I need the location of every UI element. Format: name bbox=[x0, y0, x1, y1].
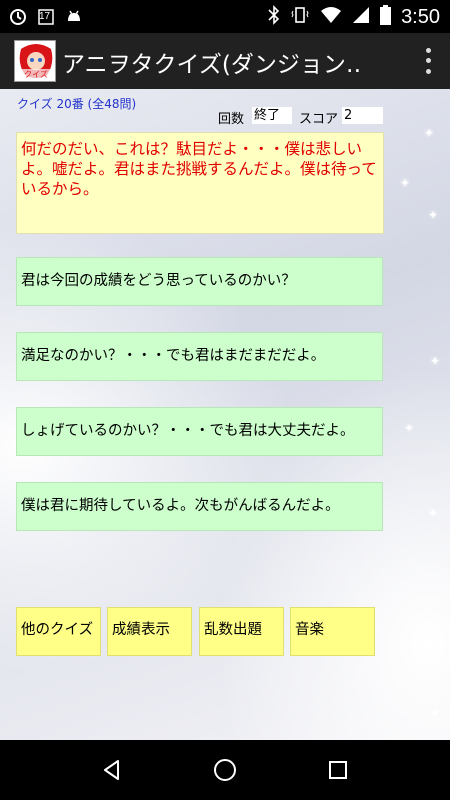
quiz-content: ✦ ✦ ✦ ✦ ✦ ✦ ✦ クイズ 20番 (全48問) 回数 終了 スコア 2… bbox=[0, 89, 450, 740]
music-button[interactable]: 音楽 bbox=[290, 607, 375, 656]
notification-icon: 17 bbox=[36, 7, 56, 27]
sparkle-decoration: ✦ bbox=[400, 176, 411, 190]
status-bar: 17 3:50 bbox=[0, 0, 450, 33]
svg-text:クイズ: クイズ bbox=[24, 69, 48, 79]
wifi-icon bbox=[320, 6, 342, 28]
answer-option-4[interactable]: 僕は君に期待しているよ。次もがんばるんだよ。 bbox=[16, 482, 383, 531]
recents-icon[interactable] bbox=[313, 745, 363, 795]
android-debug-icon bbox=[64, 7, 84, 27]
bluetooth-icon bbox=[268, 5, 280, 29]
answer-option-1[interactable]: 君は今回の成績をどう思っているのかい？ bbox=[16, 257, 383, 306]
back-icon[interactable] bbox=[87, 745, 137, 795]
cell-signal-icon bbox=[352, 6, 370, 28]
home-icon[interactable] bbox=[200, 745, 250, 795]
answer-option-2[interactable]: 満足なのかい？・・・でも君はまだまだだよ。 bbox=[16, 332, 383, 381]
round-value: 終了 bbox=[252, 107, 292, 124]
round-label: 回数 bbox=[218, 112, 245, 127]
sparkle-decoration: ✦ bbox=[428, 208, 439, 222]
notification-badge: 17 bbox=[39, 11, 51, 22]
show-results-button[interactable]: 成績表示 bbox=[107, 607, 192, 656]
sync-icon bbox=[8, 7, 28, 27]
sparkle-decoration: ✦ bbox=[404, 421, 415, 435]
quiz-number-label: クイズ 20番 (全48問) bbox=[17, 97, 137, 111]
app-logo-icon: クイズ bbox=[14, 40, 56, 82]
score-label: スコア bbox=[299, 112, 339, 127]
navigation-bar bbox=[0, 740, 450, 800]
sparkle-decoration: ✦ bbox=[428, 506, 439, 520]
question-text: 何だのだい、これは？駄目だよ・・・僕は悲しいよ。嘘だよ。君はまた挑戦するんだよ。… bbox=[16, 132, 384, 234]
vibrate-icon bbox=[290, 5, 310, 29]
status-right: 3:50 bbox=[268, 4, 440, 30]
sparkle-decoration: ✦ bbox=[424, 126, 435, 140]
sparkle-decoration: ✦ bbox=[430, 354, 441, 368]
status-left: 17 bbox=[8, 6, 84, 28]
battery-icon bbox=[380, 5, 392, 29]
overflow-menu-icon[interactable] bbox=[420, 45, 436, 77]
answer-option-3[interactable]: しょげているのかい？・・・でも君は大丈夫だよ。 bbox=[16, 407, 383, 456]
app-title: アニヲタクイズ(ダンジョン… bbox=[62, 52, 362, 78]
other-quiz-button[interactable]: 他のクイズ bbox=[16, 607, 101, 656]
score-value: 2 bbox=[342, 107, 383, 124]
sparkle-decoration: ✦ bbox=[430, 706, 441, 720]
action-bar: クイズ アニヲタクイズ(ダンジョン… bbox=[0, 33, 450, 89]
clock: 3:50 bbox=[401, 5, 440, 28]
random-question-button[interactable]: 乱数出題 bbox=[199, 607, 284, 656]
